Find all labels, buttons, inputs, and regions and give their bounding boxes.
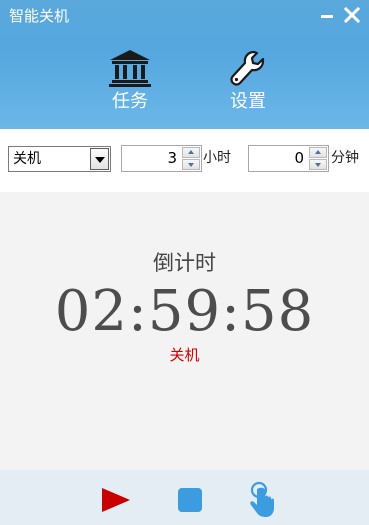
action-select[interactable]: 关机 [8, 146, 111, 172]
minutes-stepper[interactable]: 0 [248, 145, 329, 172]
stop-button[interactable] [174, 484, 206, 516]
hours-value[interactable]: 3 [167, 149, 177, 167]
minutes-value[interactable]: 0 [294, 149, 304, 167]
bank-icon [109, 50, 151, 87]
hours-increment-button[interactable] [182, 147, 200, 158]
hours-unit-label: 小时 [203, 150, 231, 166]
bottom-toolbar [0, 470, 369, 525]
tap-button[interactable] [246, 481, 278, 517]
hours-decrement-button[interactable] [182, 159, 200, 170]
start-button[interactable] [100, 484, 132, 516]
nav-settings-label: 设置 [230, 91, 266, 112]
play-icon [102, 488, 130, 512]
tap-hand-icon [250, 481, 274, 517]
close-icon [343, 6, 361, 24]
minutes-decrement-button[interactable] [309, 159, 327, 170]
chevron-down-icon[interactable] [90, 148, 109, 170]
countdown-title: 倒计时 [153, 251, 216, 275]
hours-stepper[interactable]: 3 [121, 145, 202, 172]
app-window: 智能关机 任务 设置 关机 3 小时 0 分钟 倒计时 02:59:58 关机 [0, 0, 369, 525]
countdown-action-label: 关机 [169, 346, 200, 364]
minutes-unit-label: 分钟 [331, 150, 359, 166]
wrench-icon [230, 50, 265, 86]
nav-tasks-label: 任务 [112, 91, 148, 112]
minutes-increment-button[interactable] [309, 147, 327, 158]
stop-icon [178, 488, 202, 512]
window-title: 智能关机 [9, 7, 70, 25]
nav-settings-button[interactable]: 设置 [213, 48, 283, 118]
minimize-button[interactable] [318, 4, 336, 24]
countdown-time: 02:59:58 [54, 279, 315, 344]
action-select-value: 关机 [13, 151, 41, 167]
header-bar: 智能关机 任务 设置 [0, 0, 369, 129]
minutes-spin-buttons [309, 147, 327, 170]
timer-controls: 关机 3 小时 0 分钟 [0, 129, 369, 192]
close-button[interactable] [343, 4, 361, 24]
hours-spin-buttons [182, 147, 200, 170]
nav-tasks-button[interactable]: 任务 [95, 48, 165, 118]
